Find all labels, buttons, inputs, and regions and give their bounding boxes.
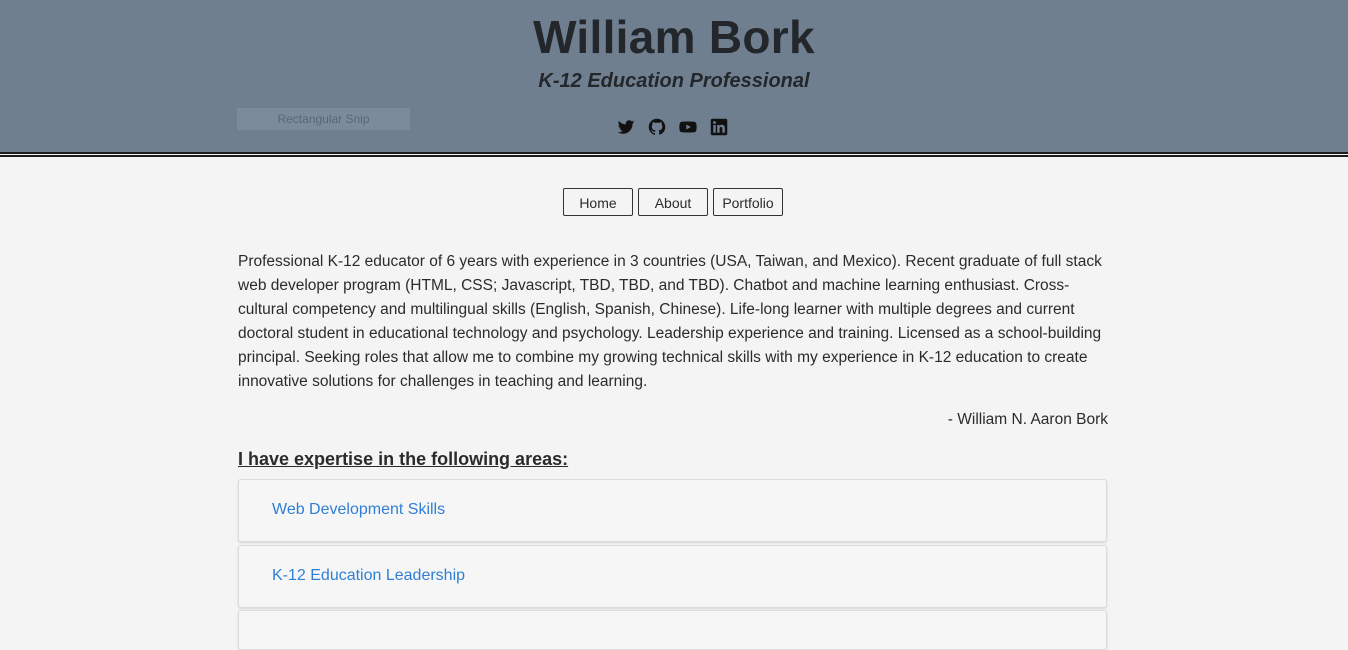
main-nav: Home About Portfolio [563, 188, 783, 216]
youtube-icon[interactable] [679, 118, 697, 136]
nav-portfolio-button[interactable]: Portfolio [713, 188, 783, 216]
expertise-link-k12-leadership[interactable]: K-12 Education Leadership [272, 567, 465, 585]
expertise-card-k12-leadership[interactable]: K-12 Education Leadership [238, 545, 1107, 608]
site-tagline: K-12 Education Professional [538, 70, 810, 92]
header-divider-top [0, 152, 1348, 154]
bio-paragraph: Professional K-12 educator of 6 years wi… [238, 253, 1102, 390]
social-links [617, 118, 728, 136]
twitter-icon[interactable] [617, 118, 635, 136]
nav-about-button[interactable]: About [638, 188, 708, 216]
expertise-card-web-dev[interactable]: Web Development Skills [238, 479, 1107, 542]
github-icon[interactable] [648, 118, 666, 136]
site-header: William Bork K-12 Education Professional… [0, 0, 1348, 152]
expertise-card-partial[interactable] [238, 610, 1107, 650]
nav-home-button[interactable]: Home [563, 188, 633, 216]
bio-signature: - William N. Aaron Bork [947, 411, 1108, 428]
expertise-heading: I have expertise in the following areas: [238, 449, 569, 469]
header-divider-bottom [0, 155, 1348, 157]
rectangular-snip-overlay: Rectangular Snip [237, 108, 410, 130]
expertise-link-web-dev[interactable]: Web Development Skills [272, 501, 445, 519]
site-title: William Bork [533, 11, 815, 63]
linkedin-icon[interactable] [710, 118, 728, 136]
